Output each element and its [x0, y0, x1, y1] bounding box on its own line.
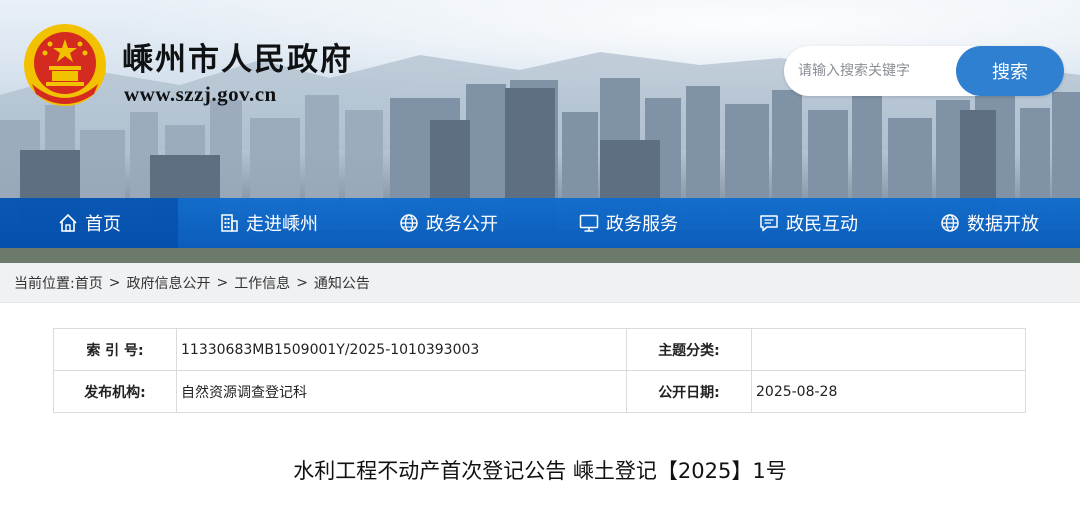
nav-item-about[interactable]: 走进嵊州	[178, 198, 358, 248]
breadcrumb-prefix: 当前位置:	[14, 275, 75, 292]
nav-item-label: 数据开放	[967, 214, 1039, 235]
chat-icon	[758, 212, 780, 234]
breadcrumb-link-gov-info[interactable]: 政府信息公开	[126, 273, 210, 293]
home-icon	[57, 212, 79, 234]
nav-item-gov-services[interactable]: 政务服务	[538, 198, 718, 248]
breadcrumb-separator: >	[108, 274, 121, 291]
publisher-value: 自然资源调查登记科	[176, 370, 627, 413]
site-url: www.szzj.gov.cn	[124, 82, 277, 106]
breadcrumb-separator: >	[296, 274, 308, 291]
search-input[interactable]	[798, 59, 948, 83]
nav-item-label: 政务服务	[606, 214, 678, 235]
header-banner: 嵊州市人民政府 www.szzj.gov.cn 搜索 首页 走进嵊州 政务公开	[0, 0, 1080, 263]
document-title: 水利工程不动产首次登记公告 嵊土登记【2025】1号	[293, 459, 787, 483]
document-meta-table: 索 引 号: 11330683MB1509001Y/2025-101039300…	[53, 328, 1026, 413]
monitor-icon	[578, 212, 600, 234]
nav-item-interaction[interactable]: 政民互动	[718, 198, 898, 248]
table-row: 索 引 号: 11330683MB1509001Y/2025-101039300…	[53, 328, 1026, 371]
nav-item-label: 首页	[85, 214, 121, 235]
index-number-label: 索 引 号:	[53, 328, 177, 371]
nav-item-label: 政务公开	[426, 214, 498, 235]
nav-item-home[interactable]: 首页	[0, 198, 178, 248]
nav-item-gov-affairs[interactable]: 政务公开	[358, 198, 538, 248]
breadcrumb-link-notices[interactable]: 通知公告	[314, 273, 370, 293]
building-icon	[218, 212, 240, 234]
publish-date-label: 公开日期:	[626, 370, 752, 413]
breadcrumb: 当前位置: 首页 > 政府信息公开 > 工作信息 > 通知公告	[0, 263, 1080, 303]
publish-date-value: 2025-08-28	[751, 370, 1026, 413]
site-title: 嵊州市人民政府	[122, 42, 353, 78]
breadcrumb-link-work-info[interactable]: 工作信息	[234, 273, 290, 293]
globe-icon	[939, 212, 961, 234]
main-nav: 首页 走进嵊州 政务公开 政务服务 政民互动 数据开放	[0, 198, 1080, 248]
search-button[interactable]: 搜索	[956, 46, 1064, 96]
breadcrumb-link-home[interactable]: 首页	[75, 273, 103, 293]
nav-item-open-data[interactable]: 数据开放	[898, 198, 1080, 248]
table-row: 发布机构: 自然资源调查登记科 公开日期: 2025-08-28	[53, 370, 1026, 413]
breadcrumb-separator: >	[216, 274, 229, 291]
topic-category-label: 主题分类:	[626, 328, 752, 371]
search-box: 搜索	[784, 46, 1064, 96]
nav-item-label: 走进嵊州	[246, 214, 318, 235]
index-number-value: 11330683MB1509001Y/2025-1010393003	[176, 328, 627, 371]
publisher-label: 发布机构:	[53, 370, 177, 413]
article-content: 索 引 号: 11330683MB1509001Y/2025-101039300…	[0, 303, 1080, 511]
globe-icon	[398, 212, 420, 234]
national-emblem-logo	[24, 24, 106, 106]
nav-item-label: 政民互动	[786, 214, 858, 235]
topic-category-value	[751, 328, 1026, 371]
